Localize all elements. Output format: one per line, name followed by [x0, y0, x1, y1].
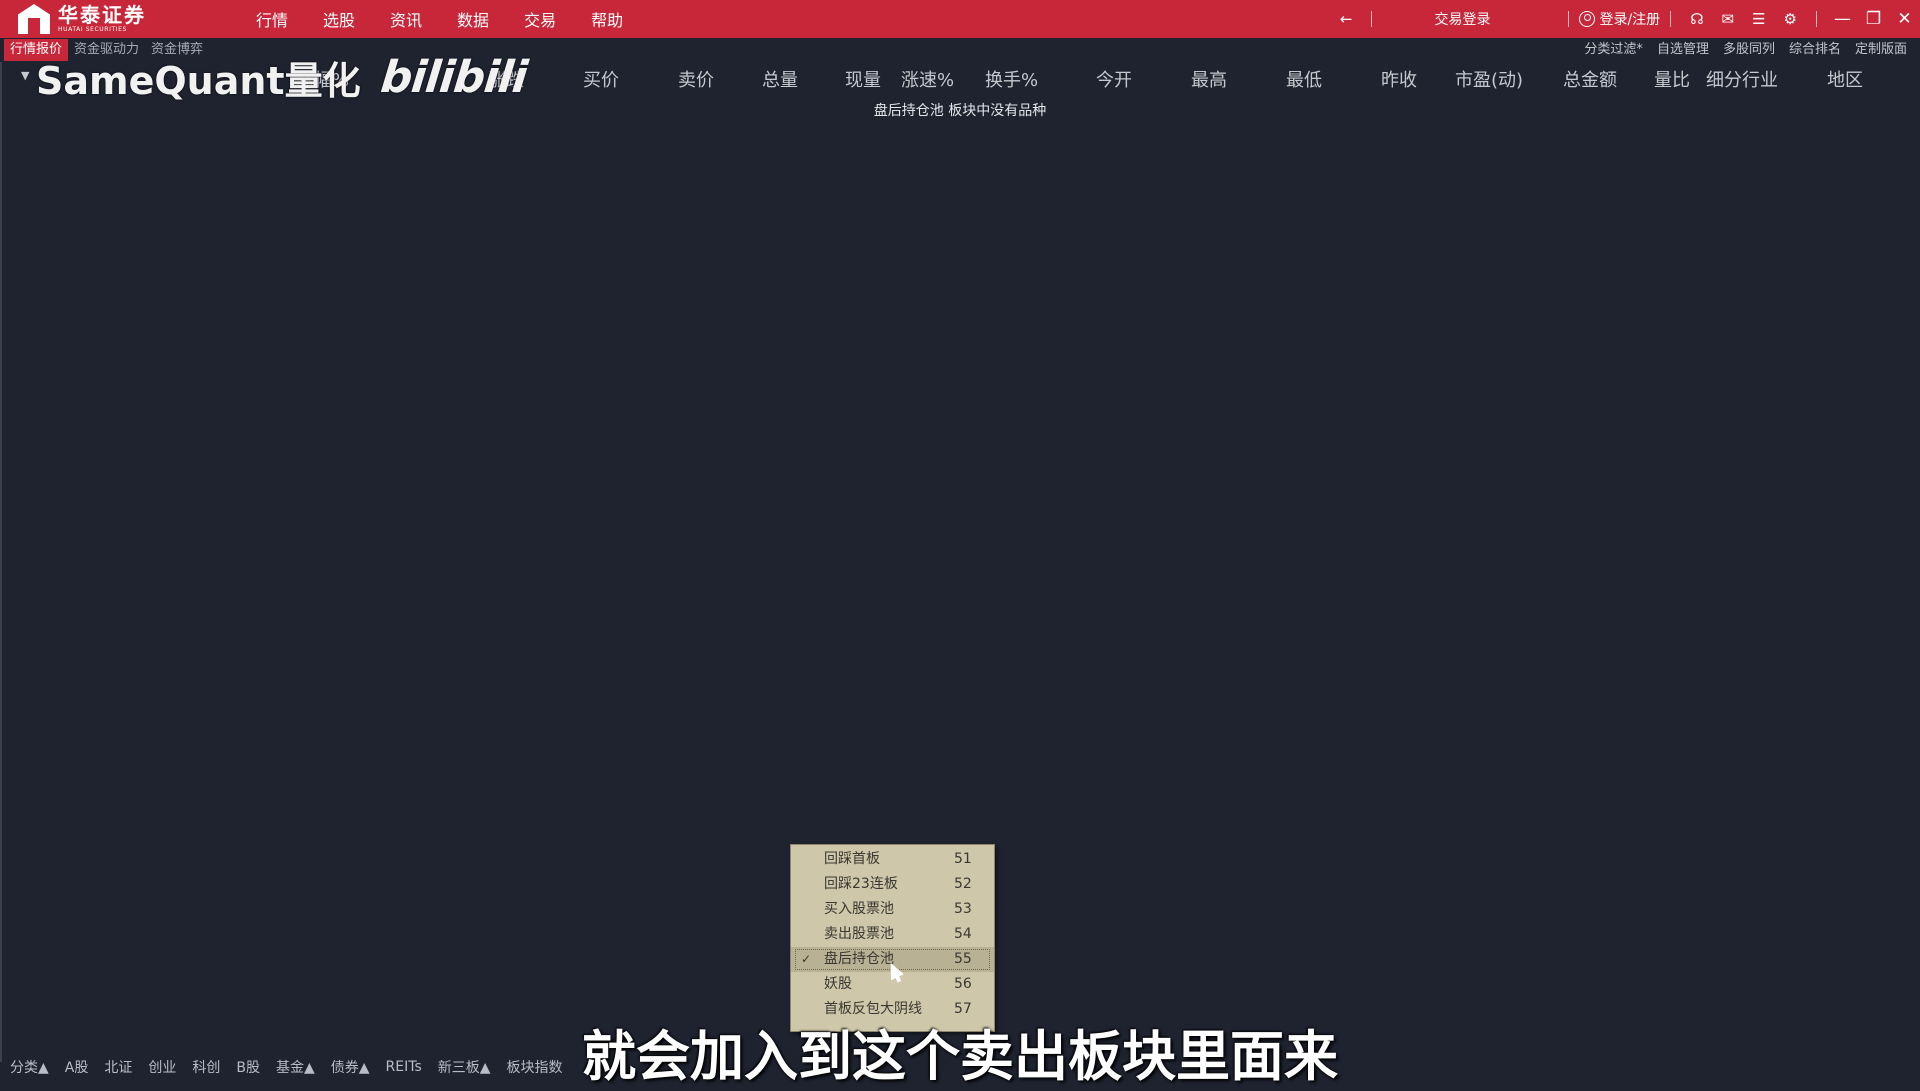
menu-item-number: 53 [954, 901, 972, 917]
logo-subtitle: HUATAI SECURITIES [58, 26, 127, 33]
menu-item-label: 卖出股票池 [824, 926, 894, 942]
menu-item-number: 51 [954, 851, 972, 867]
headset-icon[interactable]: ☊ [1690, 10, 1703, 28]
watchlist-manage-button[interactable]: 自选管理 [1650, 39, 1716, 61]
left-border [0, 62, 2, 1062]
user-icon [1579, 11, 1596, 27]
ranking-button[interactable]: 综合排名 [1782, 39, 1848, 61]
watermark-text: SameQuant量化 [36, 59, 361, 103]
user-login-button[interactable]: 登录/注册 [1579, 9, 1660, 29]
menu-help[interactable]: 帮助 [591, 7, 623, 31]
menu-item[interactable]: 买入股票池 53 [791, 897, 994, 922]
menu-market[interactable]: 行情 [256, 7, 288, 31]
menu-trade[interactable]: 交易 [524, 7, 556, 31]
col-bid[interactable]: 买价 [583, 66, 619, 92]
menu-news[interactable]: 资讯 [390, 7, 422, 31]
block-popup-menu: 回踩首板 51 回踩23连板 52 买入股票池 53 卖出股票池 54 ✓ 盘后… [790, 844, 995, 1032]
divider [1371, 11, 1373, 27]
col-ask[interactable]: 卖价 [678, 66, 714, 92]
col-low[interactable]: 最低 [1286, 66, 1322, 92]
col-turnover[interactable]: 换手% [985, 66, 1038, 92]
logo-icon [18, 4, 50, 34]
col-high[interactable]: 最高 [1191, 66, 1227, 92]
col-speed[interactable]: 涨速% [901, 66, 954, 92]
title-bar: 华泰证券 HUATAI SECURITIES 行情 选股 资讯 数据 交易 帮助… [0, 0, 1920, 38]
col-prev-close[interactable]: 昨收 [1381, 66, 1417, 92]
menu-item[interactable]: 卖出股票池 54 [791, 922, 994, 947]
col-amount[interactable]: 总金额 [1563, 66, 1617, 92]
main-menu: 行情 选股 资讯 数据 交易 帮助 [256, 7, 658, 31]
back-arrow-icon[interactable]: ← [1340, 10, 1353, 28]
video-subtitle: 就会加入到这个卖出板块里面来 [582, 1025, 1338, 1088]
bilibili-logo: bilibili [377, 52, 529, 103]
menu-item-number: 54 [954, 926, 972, 942]
filter-button[interactable]: 分类过滤* [1577, 39, 1650, 61]
custom-layout-button[interactable]: 定制版面 [1848, 39, 1914, 61]
menu-item-number: 52 [954, 876, 972, 892]
menu-item-number: 55 [954, 951, 972, 967]
menu-item-label: 回踩首板 [824, 851, 880, 867]
empty-message-text: 盘后持仓池 板块中没有品种 [873, 103, 1047, 119]
minimize-button[interactable]: — [1827, 9, 1858, 29]
menu-item-label: 盘后持仓池 [824, 951, 894, 967]
watermark: SameQuant量化 bilibili [36, 50, 529, 105]
restore-button[interactable]: ❐ [1858, 9, 1889, 29]
col-open[interactable]: 今开 [1096, 66, 1132, 92]
trade-login-button[interactable]: 交易登录 [1434, 9, 1490, 29]
col-region[interactable]: 地区 [1827, 66, 1863, 92]
divider [1816, 11, 1817, 27]
menu-item-label: 买入股票池 [824, 901, 894, 917]
logo: 华泰证券 HUATAI SECURITIES [18, 4, 228, 34]
sort-arrow-icon[interactable]: ▼ [21, 69, 29, 82]
gear-icon[interactable]: ⚙ [1784, 10, 1797, 28]
list-icon[interactable]: ☰ [1752, 10, 1765, 28]
col-pe[interactable]: 市盈(动) [1455, 66, 1523, 92]
close-button[interactable]: ✕ [1889, 9, 1920, 29]
col-industry[interactable]: 细分行业 [1706, 66, 1778, 92]
col-current-vol[interactable]: 现量 [845, 66, 881, 92]
mail-icon[interactable]: ✉ [1722, 10, 1735, 28]
menu-item-label: 妖股 [824, 976, 852, 992]
col-volume[interactable]: 总量 [762, 66, 798, 92]
user-login-label: 登录/注册 [1599, 12, 1661, 28]
menu-item[interactable]: 回踩首板 51 [791, 847, 994, 872]
menu-item[interactable]: 回踩23连板 52 [791, 872, 994, 897]
menu-item-number: 56 [954, 976, 972, 992]
divider [1568, 11, 1570, 27]
menu-stock-picker[interactable]: 选股 [323, 7, 355, 31]
menu-data[interactable]: 数据 [457, 7, 489, 31]
check-icon: ✓ [801, 952, 812, 966]
col-volume-ratio[interactable]: 量比 [1654, 66, 1690, 92]
logo-name: 华泰证券 [58, 3, 146, 27]
menu-item-label: 回踩23连板 [824, 876, 898, 892]
multi-stock-button[interactable]: 多股同列 [1716, 39, 1782, 61]
divider [1670, 11, 1672, 27]
